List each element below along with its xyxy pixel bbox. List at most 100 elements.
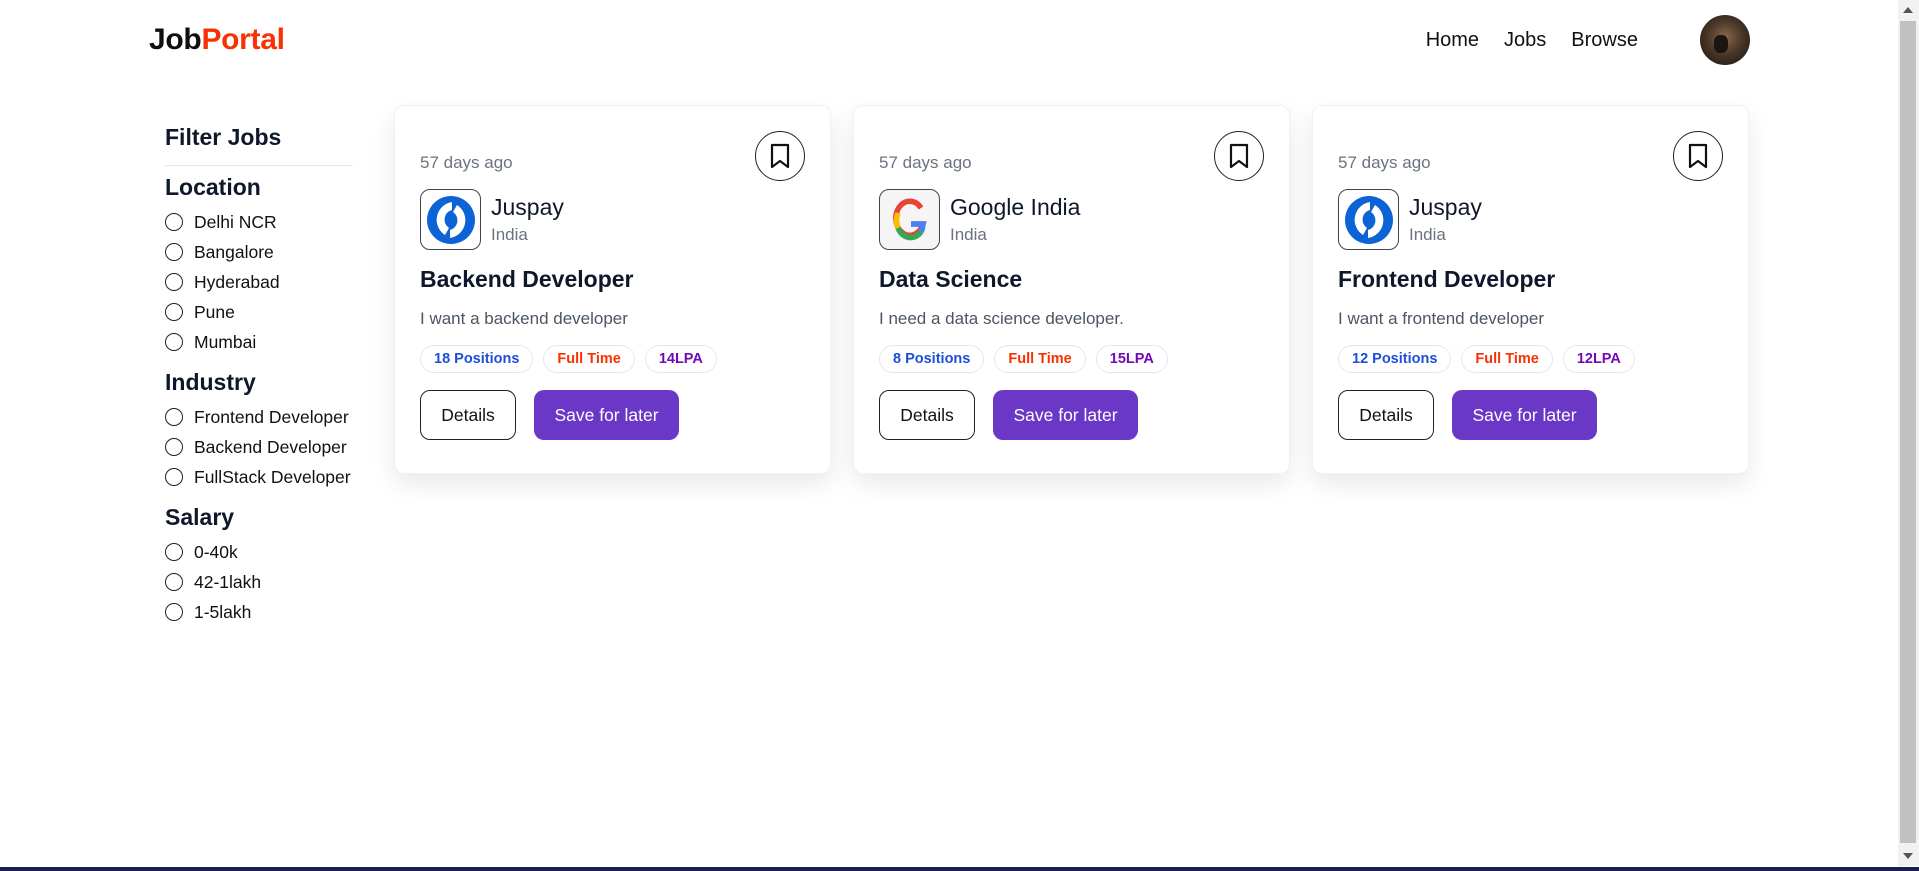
job-type-badge: Full Time — [543, 345, 635, 373]
brand-logo[interactable]: JobPortal — [149, 23, 285, 57]
google-logo-icon — [892, 198, 927, 240]
company-country: India — [1409, 224, 1446, 244]
filter-group-location: Location Delhi NCR Bangalore Hyderabad P… — [165, 174, 353, 357]
company-name: Juspay — [491, 194, 564, 221]
filter-group-salary: Salary 0-40k 42-1lakh 1-5lakh — [165, 504, 353, 627]
page: JobPortal Home Jobs Browse Filter Jobs L… — [0, 0, 1919, 871]
filter-option-pune[interactable]: Pune — [165, 297, 353, 327]
juspay-logo-icon — [1344, 195, 1393, 244]
juspay-logo-icon — [426, 195, 475, 244]
scroll-down-arrow-icon[interactable] — [1903, 853, 1913, 859]
company-logo — [420, 189, 481, 250]
scrollbar-thumb[interactable] — [1900, 21, 1916, 843]
company-name: Juspay — [1409, 194, 1482, 221]
job-description: I want a frontend developer — [1338, 309, 1545, 328]
filter-option-label: Hyderabad — [194, 271, 280, 292]
company-country: India — [950, 224, 987, 244]
radio-button[interactable] — [165, 603, 183, 621]
save-for-later-button[interactable]: Save for later — [1452, 390, 1597, 440]
bottom-edge-bar — [0, 867, 1919, 871]
radio-button[interactable] — [165, 438, 183, 456]
filter-option-label: Pune — [194, 301, 235, 322]
company-name: Google India — [950, 194, 1081, 221]
details-button[interactable]: Details — [879, 390, 975, 440]
filter-option-label: Frontend Developer — [194, 406, 349, 427]
filter-option-label: Mumbai — [194, 331, 257, 352]
filter-option-delhi-ncr[interactable]: Delhi NCR — [165, 207, 353, 237]
filter-option-42-1lakh[interactable]: 42-1lakh — [165, 567, 353, 597]
radio-button[interactable] — [165, 543, 183, 561]
bookmark-button[interactable] — [755, 131, 805, 181]
bookmark-icon — [1688, 143, 1708, 169]
company-info: Google India India — [879, 189, 1264, 250]
card-actions: Details Save for later — [420, 390, 805, 440]
filter-group-title: Salary — [165, 504, 235, 530]
nav-browse-link[interactable]: Browse — [1571, 29, 1638, 52]
positions-badge: 12 Positions — [1338, 345, 1452, 373]
radio-button[interactable] — [165, 303, 183, 321]
save-for-later-button[interactable]: Save for later — [534, 390, 679, 440]
filter-option-label: Bangalore — [194, 241, 274, 262]
filter-option-mumbai[interactable]: Mumbai — [165, 327, 353, 357]
company-logo — [1338, 189, 1399, 250]
job-badges: 8 Positions Full Time 15LPA — [879, 345, 1264, 373]
filter-title: Filter Jobs — [165, 124, 282, 150]
radio-button[interactable] — [165, 573, 183, 591]
filter-option-1-5lakh[interactable]: 1-5lakh — [165, 597, 353, 627]
card-actions: Details Save for later — [1338, 390, 1723, 440]
job-title: Data Science — [879, 266, 1023, 292]
company-info: Juspay India — [420, 189, 805, 250]
radio-button[interactable] — [165, 333, 183, 351]
nav-jobs-link[interactable]: Jobs — [1504, 29, 1546, 52]
posted-date: 57 days ago — [879, 153, 972, 172]
filter-divider — [165, 165, 353, 166]
radio-button[interactable] — [165, 213, 183, 231]
filter-option-label: Delhi NCR — [194, 211, 277, 232]
job-badges: 18 Positions Full Time 14LPA — [420, 345, 805, 373]
details-button[interactable]: Details — [420, 390, 516, 440]
filter-group-title: Industry — [165, 369, 256, 395]
filter-option-0-40k[interactable]: 0-40k — [165, 537, 353, 567]
job-type-badge: Full Time — [994, 345, 1086, 373]
job-description: I need a data science developer. — [879, 309, 1124, 328]
job-card: 57 days ago Google India India Data Scie… — [853, 105, 1290, 474]
filter-option-fullstack-developer[interactable]: FullStack Developer — [165, 462, 353, 492]
radio-button[interactable] — [165, 408, 183, 426]
job-card: 57 days ago Juspay India Backend Develop — [394, 105, 831, 474]
job-card: 57 days ago Juspay India Frontend Develo — [1312, 105, 1749, 474]
radio-button[interactable] — [165, 243, 183, 261]
job-title: Frontend Developer — [1338, 266, 1556, 292]
job-title: Backend Developer — [420, 266, 634, 292]
card-actions: Details Save for later — [879, 390, 1264, 440]
navbar: JobPortal Home Jobs Browse — [149, 0, 1750, 80]
filter-option-backend-developer[interactable]: Backend Developer — [165, 432, 353, 462]
save-for-later-button[interactable]: Save for later — [993, 390, 1138, 440]
nav-home-link[interactable]: Home — [1426, 29, 1479, 52]
filter-option-hyderabad[interactable]: Hyderabad — [165, 267, 353, 297]
job-description: I want a backend developer — [420, 309, 628, 328]
details-button[interactable]: Details — [1338, 390, 1434, 440]
bookmark-icon — [1229, 143, 1249, 169]
user-avatar[interactable] — [1700, 15, 1750, 65]
company-text: Juspay India — [491, 194, 564, 245]
brand-logo-part1: Job — [149, 23, 202, 56]
bookmark-button[interactable] — [1673, 131, 1723, 181]
company-text: Google India India — [950, 194, 1080, 245]
nav-links: Home Jobs Browse — [1426, 29, 1638, 52]
filter-option-bangalore[interactable]: Bangalore — [165, 237, 353, 267]
filter-option-frontend-developer[interactable]: Frontend Developer — [165, 402, 353, 432]
filter-option-label: 42-1lakh — [194, 571, 262, 592]
posted-date: 57 days ago — [1338, 153, 1431, 172]
bookmark-button[interactable] — [1214, 131, 1264, 181]
vertical-scrollbar[interactable] — [1898, 0, 1919, 866]
radio-button[interactable] — [165, 468, 183, 486]
filter-group-title: Location — [165, 174, 261, 200]
job-type-badge: Full Time — [1461, 345, 1553, 373]
scroll-up-arrow-icon[interactable] — [1903, 7, 1913, 13]
radio-button[interactable] — [165, 273, 183, 291]
job-cards-grid: 57 days ago Juspay India Backend Develop — [394, 105, 1749, 474]
bookmark-icon — [770, 143, 790, 169]
company-info: Juspay India — [1338, 189, 1723, 250]
job-badges: 12 Positions Full Time 12LPA — [1338, 345, 1723, 373]
salary-badge: 14LPA — [644, 345, 717, 373]
